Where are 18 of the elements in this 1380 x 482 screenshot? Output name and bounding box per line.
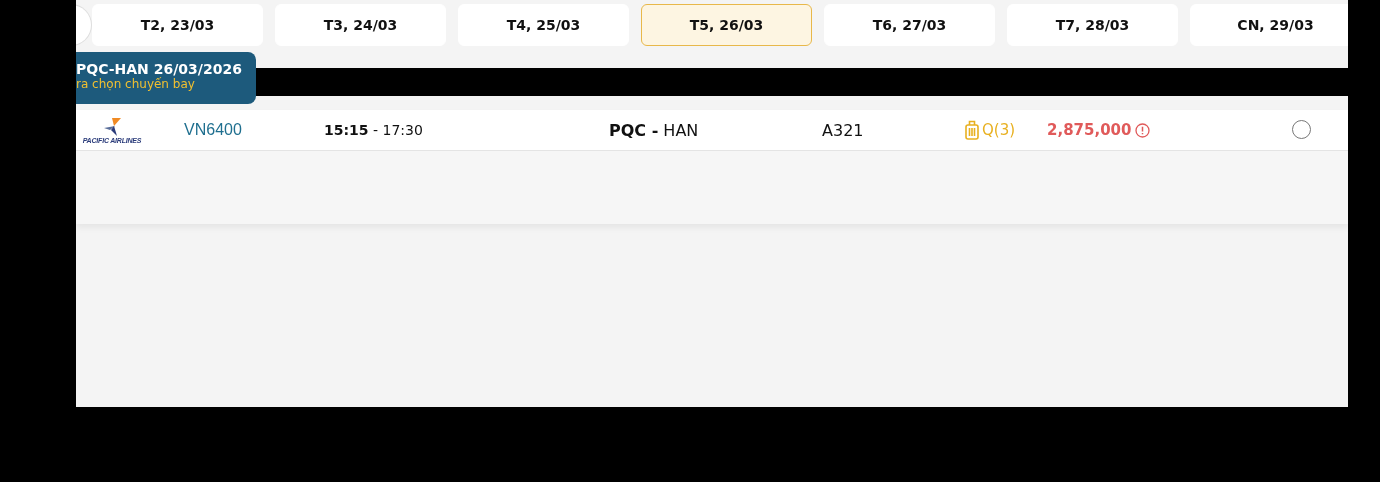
date-tab[interactable]: T3, 24/03: [275, 4, 446, 46]
fare-class: Q(3): [982, 121, 1016, 139]
luggage-icon: [965, 120, 979, 140]
flight-time: 15:15 - 17:30: [324, 122, 424, 138]
flight-number: VN6400: [184, 121, 243, 139]
date-tab[interactable]: T5, 26/03: [641, 4, 812, 46]
route-title: PQC-HAN 26/03/2026: [76, 61, 242, 77]
info-icon[interactable]: [1135, 122, 1151, 138]
date-tab[interactable]: T4, 25/03: [458, 4, 629, 46]
date-tab[interactable]: CN, 29/03: [1190, 4, 1348, 46]
select-flight-radio[interactable]: [1292, 120, 1311, 139]
date-tab[interactable]: T6, 27/03: [824, 4, 995, 46]
aircraft-type: A321: [822, 120, 865, 140]
flight-route: PQC - HAN: [609, 120, 700, 140]
date-tab[interactable]: T7, 28/03: [1007, 4, 1178, 46]
fare-price: 2,875,000: [1047, 121, 1132, 139]
route-subtitle: ra chọn chuyến bay: [76, 77, 195, 91]
date-tab[interactable]: T2, 23/03: [92, 4, 263, 46]
